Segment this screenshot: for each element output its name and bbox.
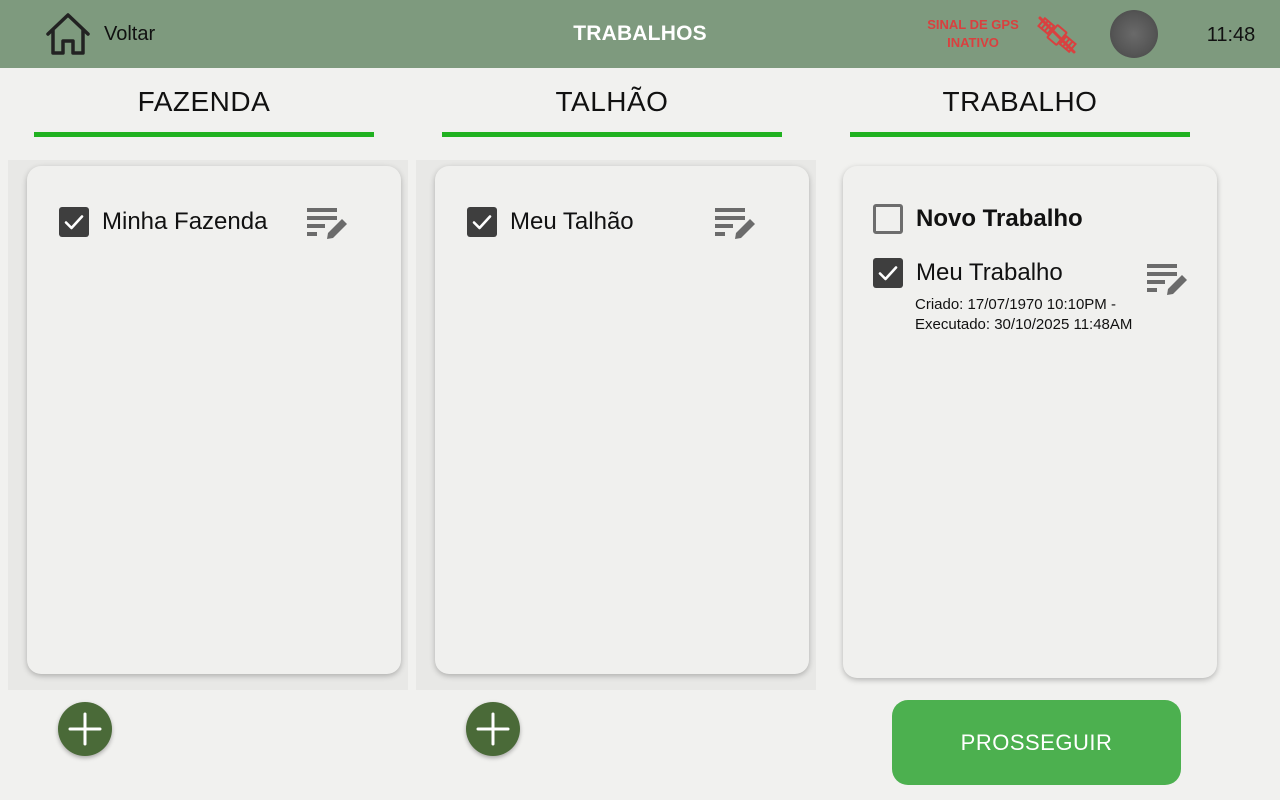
proceed-button[interactable]: PROSSEGUIR [892,700,1181,785]
plot-item-label: Meu Talhão [510,208,634,235]
check-icon [472,215,492,230]
gps-off-icon [1037,16,1077,54]
column-header-job: TRABALHO [942,86,1098,117]
plus-icon [476,712,510,746]
farm-checkbox[interactable] [59,207,89,237]
job-meta: Criado: 17/07/1970 10:10PM - Executado: … [915,295,1132,335]
plus-icon [68,712,102,746]
top-bar: Voltar TRABALHOS SINAL DE GPS INATIVO 11… [0,0,1280,68]
add-plot-button[interactable] [466,702,520,756]
farm-item-label: Minha Fazenda [102,208,268,235]
clock: 11:48 [1206,24,1256,46]
farm-list-panel: Minha Fazenda [27,166,401,674]
column-header-farm: FAZENDA [137,86,271,117]
status-indicator [1110,10,1158,58]
add-farm-button[interactable] [58,702,112,756]
job-item-label: Meu Trabalho [916,259,1063,286]
list-item-plot[interactable]: Meu Talhão [467,207,634,237]
column-underline-farm [34,132,374,137]
new-job-checkbox[interactable] [873,204,903,234]
gps-status-text: SINAL DE GPS INATIVO [916,16,1030,52]
list-item-new-job[interactable]: Novo Trabalho [873,204,1083,234]
gps-status-line1: SINAL DE GPS [927,17,1019,32]
gps-status-line2: INATIVO [947,35,999,50]
edit-list-icon[interactable] [713,206,759,244]
job-created-date: Criado: 17/07/1970 10:10PM - [915,296,1116,313]
plot-checkbox[interactable] [467,207,497,237]
list-item-farm[interactable]: Minha Fazenda [59,207,267,237]
edit-list-icon[interactable] [1145,262,1191,300]
new-job-label: Novo Trabalho [916,205,1083,232]
edit-list-icon[interactable] [305,206,351,244]
column-underline-plot [442,132,782,137]
list-item-job[interactable]: Meu Trabalho [873,258,1063,288]
page-title: TRABALHOS [573,22,707,45]
column-header-plot: TALHÃO [555,86,669,117]
check-icon [64,215,84,230]
column-underline-job [850,132,1190,137]
job-list-panel: Novo Trabalho Meu Trabalho Criado: 17/07… [843,166,1217,678]
job-checkbox[interactable] [873,258,903,288]
check-icon [878,266,898,281]
plot-list-panel: Meu Talhão [435,166,809,674]
job-executed-date: Executado: 30/10/2025 11:48AM [915,316,1133,333]
